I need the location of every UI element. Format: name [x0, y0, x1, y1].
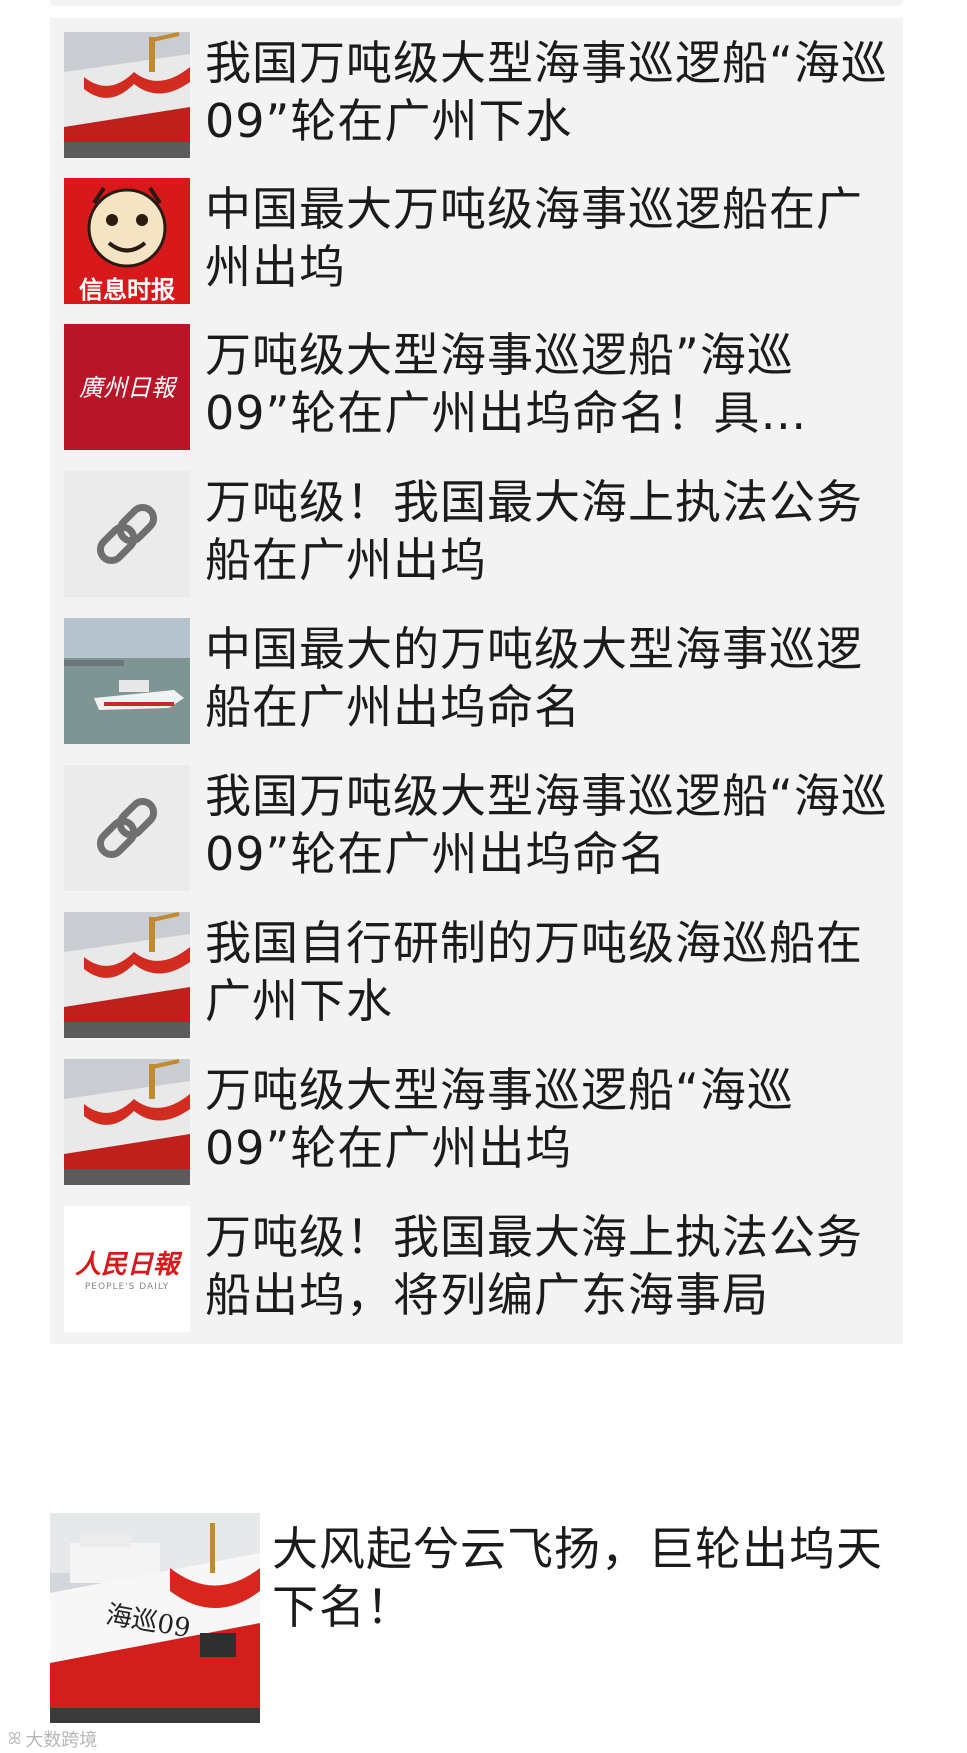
watermark: ꕤ 大数跨境 [8, 1726, 97, 1752]
featured-ship-photo[interactable]: 海巡09 [50, 1513, 260, 1723]
ship-launch-thumbnail [64, 912, 190, 1038]
info-times-logo-thumbnail: 信息时报 [64, 178, 190, 304]
peoples-daily-logo-thumbnail: 人民日報 PEOPLE'S DAILY [64, 1206, 190, 1332]
article-title: 我国自行研制的万吨级海巡船在广州下水 [205, 916, 863, 1028]
link-icon [64, 765, 190, 891]
article-card-6[interactable]: 我国万吨级大型海事巡逻船“海巡09”轮在广州出坞命名 [50, 751, 903, 903]
article-card-7[interactable]: 我国自行研制的万吨级海巡船在广州下水 [50, 898, 903, 1050]
article-title: 万吨级大型海事巡逻船“海巡09”轮在广州出坞 [205, 1063, 794, 1175]
article-card-4[interactable]: 万吨级！我国最大海上执法公务船在广州出坞 [50, 457, 903, 609]
ship-launch-thumbnail [64, 32, 190, 158]
article-title: 中国最大的万吨级大型海事巡逻船在广州出坞命名 [205, 622, 863, 734]
ship-launch-thumbnail [64, 1059, 190, 1185]
peoples-daily-logo-text: 人民日報 [74, 1250, 179, 1280]
peoples-daily-logo-subtext: PEOPLE'S DAILY [84, 1282, 170, 1292]
link-icon [64, 471, 190, 597]
article-card-8[interactable]: 万吨级大型海事巡逻船“海巡09”轮在广州出坞 [50, 1045, 903, 1197]
article-title: 中国最大万吨级海事巡逻船在广州出坞 [205, 182, 863, 294]
article-title: 万吨级大型海事巡逻船”海巡09”轮在广州出坞命名！具… [205, 328, 808, 440]
watermark-logo-icon: ꕤ [8, 1729, 22, 1748]
article-card-3[interactable]: 廣州日報 万吨级大型海事巡逻船”海巡09”轮在广州出坞命名！具… [50, 310, 903, 462]
article-title: 万吨级！我国最大海上执法公务船出坞，将列编广东海事局 [205, 1210, 863, 1322]
guangzhou-daily-logo-thumbnail: 廣州日報 [64, 324, 190, 450]
article-title: 我国万吨级大型海事巡逻船“海巡09”轮在广州下水 [205, 36, 888, 148]
article-card-2[interactable]: 信息时报 中国最大万吨级海事巡逻船在广州出坞 [50, 164, 903, 316]
featured-title[interactable]: 大风起兮云飞扬，巨轮出坞天下名！ [272, 1520, 892, 1636]
article-card-5[interactable]: 中国最大的万吨级大型海事巡逻船在广州出坞命名 [50, 604, 903, 756]
article-title: 我国万吨级大型海事巡逻船“海巡09”轮在广州出坞命名 [205, 769, 888, 881]
article-title: 万吨级！我国最大海上执法公务船在广州出坞 [205, 475, 863, 587]
info-times-logo-text: 信息时报 [79, 276, 175, 304]
article-card-9[interactable]: 人民日報 PEOPLE'S DAILY 万吨级！我国最大海上执法公务船出坞，将列… [50, 1192, 903, 1344]
article-card-1[interactable]: 我国万吨级大型海事巡逻船“海巡09”轮在广州下水 [50, 18, 903, 170]
guangzhou-daily-logo-text: 廣州日報 [79, 374, 175, 402]
previous-card-edge [50, 0, 903, 6]
ship-at-sea-thumbnail [64, 618, 190, 744]
watermark-text: 大数跨境 [25, 1730, 98, 1751]
